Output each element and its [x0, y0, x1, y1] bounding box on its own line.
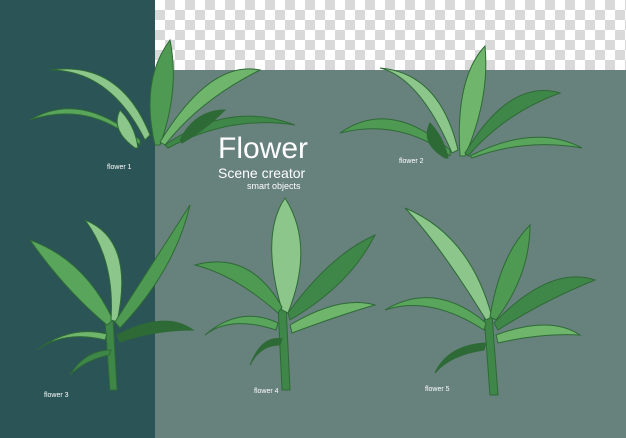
- caption-flower-2: flower 2: [399, 158, 424, 165]
- caption-flower-1: flower 1: [107, 164, 132, 171]
- plant-4-illustration: [193, 197, 377, 391]
- scene-canvas: flower 1 flower 2 Flower Scene creator s…: [0, 0, 626, 438]
- tagline: smart objects: [247, 181, 301, 191]
- title: Flower: [218, 132, 309, 165]
- caption-flower-3: flower 3: [44, 392, 69, 399]
- caption-flower-5: flower 5: [425, 386, 450, 393]
- plant-2-illustration: [339, 44, 583, 159]
- caption-flower-4: flower 4: [254, 388, 279, 395]
- subtitle: Scene creator: [218, 165, 306, 181]
- plant-5-illustration: [384, 207, 597, 396]
- plant-3-illustration: [28, 204, 195, 391]
